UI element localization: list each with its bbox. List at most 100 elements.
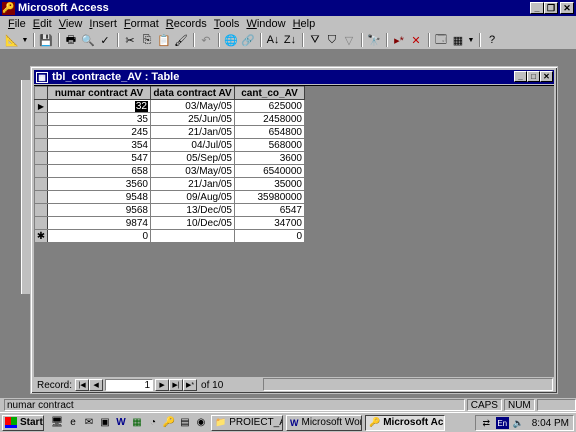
table-cell[interactable]: 35 (47, 112, 151, 126)
filter-by-form-icon[interactable]: ⛉ (324, 33, 340, 48)
apply-filter-icon[interactable]: ▽ (341, 33, 357, 48)
table-cell[interactable]: 03/May/05 (150, 164, 235, 178)
menu-help[interactable]: Help (293, 18, 316, 30)
table-cell[interactable]: 0 (47, 229, 151, 243)
record-selector[interactable] (34, 177, 48, 191)
record-number-input[interactable]: 1 (105, 379, 154, 391)
new-record-icon[interactable]: ▸* (391, 33, 407, 48)
table-cell[interactable]: 04/Jul/05 (150, 138, 235, 152)
app-title-bar[interactable]: 🔑 Microsoft Access _ ❐ ✕ (0, 0, 576, 16)
database-window-icon[interactable]: 🗔 (433, 33, 449, 48)
column-header[interactable]: numar contract AV (47, 86, 151, 100)
table-cell[interactable]: 09/Aug/05 (150, 190, 235, 204)
table-cell[interactable]: 0 (234, 229, 305, 243)
record-selector[interactable] (34, 138, 48, 152)
format-painter-icon[interactable]: 🖌 (173, 33, 189, 48)
task-microsoft-word[interactable]: W Microsoft Word ... (286, 414, 362, 431)
previous-record-icon[interactable]: ◀ (89, 379, 104, 391)
undo-icon[interactable]: ↶ (198, 33, 214, 48)
print-preview-icon[interactable]: 🔍 (80, 33, 96, 48)
table-cell[interactable]: 9568 (47, 203, 151, 217)
insert-hyperlink-icon[interactable]: 🌐 (223, 33, 239, 48)
restore-icon[interactable]: ❐ (544, 2, 558, 14)
table-cell[interactable]: 10/Dec/05 (150, 216, 235, 230)
media-icon[interactable]: ◉ (194, 416, 208, 430)
menu-window[interactable]: Window (246, 18, 285, 30)
view-design-icon[interactable]: 📐 (4, 33, 20, 48)
record-selector[interactable] (34, 216, 48, 230)
access-icon[interactable]: 🔑 (162, 416, 176, 430)
show-desktop-icon[interactable]: 🖥 (50, 416, 64, 430)
task-proiect-av[interactable]: 📁 PROIECT_AV (211, 414, 283, 431)
table-cell[interactable]: 245 (47, 125, 151, 139)
clock[interactable]: 8:04 PM (532, 418, 569, 429)
sort-ascending-icon[interactable]: A↓ (265, 33, 281, 48)
view-dropdown-icon[interactable]: ▼ (21, 33, 29, 48)
outlook-icon[interactable]: ✉ (82, 416, 96, 430)
word-icon[interactable]: W (114, 416, 128, 430)
record-selector[interactable] (34, 190, 48, 204)
table-cell[interactable]: 568000 (234, 138, 305, 152)
menu-format[interactable]: Format (124, 18, 159, 30)
table-cell[interactable]: 21/Jan/05 (150, 177, 235, 191)
record-selector[interactable] (34, 164, 48, 178)
volume-icon[interactable]: 🔈 (512, 417, 525, 429)
table-cell[interactable]: 6540000 (234, 164, 305, 178)
table-cell[interactable]: 654800 (234, 125, 305, 139)
table-minimize-icon[interactable]: _ (514, 71, 527, 82)
new-object-icon[interactable]: ▦ (450, 33, 466, 48)
save-icon[interactable]: 💾 (38, 33, 54, 48)
channels-icon[interactable]: ▣ (98, 416, 112, 430)
record-selector[interactable] (34, 151, 48, 165)
delete-record-icon[interactable]: ✕ (408, 33, 424, 48)
current-record-selector[interactable]: ▶ (34, 99, 48, 113)
powerpoint-icon[interactable]: ◔ (146, 416, 160, 430)
menu-file[interactable]: File (8, 18, 26, 30)
table-maximize-icon[interactable]: □ (527, 71, 540, 82)
copy-icon[interactable]: ⎘ (139, 33, 155, 48)
table-cell[interactable]: 9548 (47, 190, 151, 204)
table-cell[interactable]: 13/Dec/05 (150, 203, 235, 217)
column-header[interactable]: data contract AV (150, 86, 235, 100)
table-cell[interactable]: 35000 (234, 177, 305, 191)
table-cell[interactable]: 3600 (234, 151, 305, 165)
start-button[interactable]: Start (2, 414, 44, 431)
minimize-icon[interactable]: _ (530, 2, 544, 14)
sort-descending-icon[interactable]: Z↓ (282, 33, 298, 48)
menu-tools[interactable]: Tools (214, 18, 240, 30)
table-cell[interactable]: 25/Jun/05 (150, 112, 235, 126)
help-icon[interactable]: ? (484, 33, 500, 48)
record-selector[interactable] (34, 125, 48, 139)
new-object-dropdown-icon[interactable]: ▼ (467, 33, 475, 48)
table-cell[interactable]: 2458000 (234, 112, 305, 126)
table-cell[interactable]: 658 (47, 164, 151, 178)
table-cell[interactable]: 354 (47, 138, 151, 152)
first-record-icon[interactable]: |◀ (75, 379, 90, 391)
new-record-nav-icon[interactable]: ▶* (183, 379, 198, 391)
paste-icon[interactable]: 📋 (156, 33, 172, 48)
horizontal-scrollbar[interactable] (263, 378, 553, 391)
task-microsoft-access[interactable]: 🔑 Microsoft Ac... (365, 414, 445, 431)
table-cell[interactable]: 34700 (234, 216, 305, 230)
menu-view[interactable]: View (59, 18, 83, 30)
record-selector[interactable] (34, 112, 48, 126)
language-indicator[interactable]: En (495, 417, 509, 429)
filter-by-selection-icon[interactable]: ⛛ (307, 33, 323, 48)
last-record-icon[interactable]: ▶| (169, 379, 184, 391)
table-cell[interactable]: 35980000 (234, 190, 305, 204)
next-record-icon[interactable]: ▶ (155, 379, 170, 391)
table-cell[interactable]: 32 (47, 99, 151, 113)
print-icon[interactable]: 🖶 (63, 33, 79, 48)
table-cell[interactable]: 3560 (47, 177, 151, 191)
close-icon[interactable]: ✕ (560, 2, 574, 14)
menu-records[interactable]: Records (166, 18, 207, 30)
table-close-icon[interactable]: ✕ (540, 71, 553, 82)
web-toolbar-icon[interactable]: 🔗 (240, 33, 256, 48)
network-icon[interactable]: ⇄ (480, 417, 493, 429)
cut-icon[interactable]: ✂ (122, 33, 138, 48)
menu-insert[interactable]: Insert (89, 18, 117, 30)
table-cell[interactable]: 9874 (47, 216, 151, 230)
table-cell[interactable] (150, 229, 235, 243)
menu-edit[interactable]: Edit (33, 18, 52, 30)
select-all-corner[interactable] (34, 86, 48, 100)
